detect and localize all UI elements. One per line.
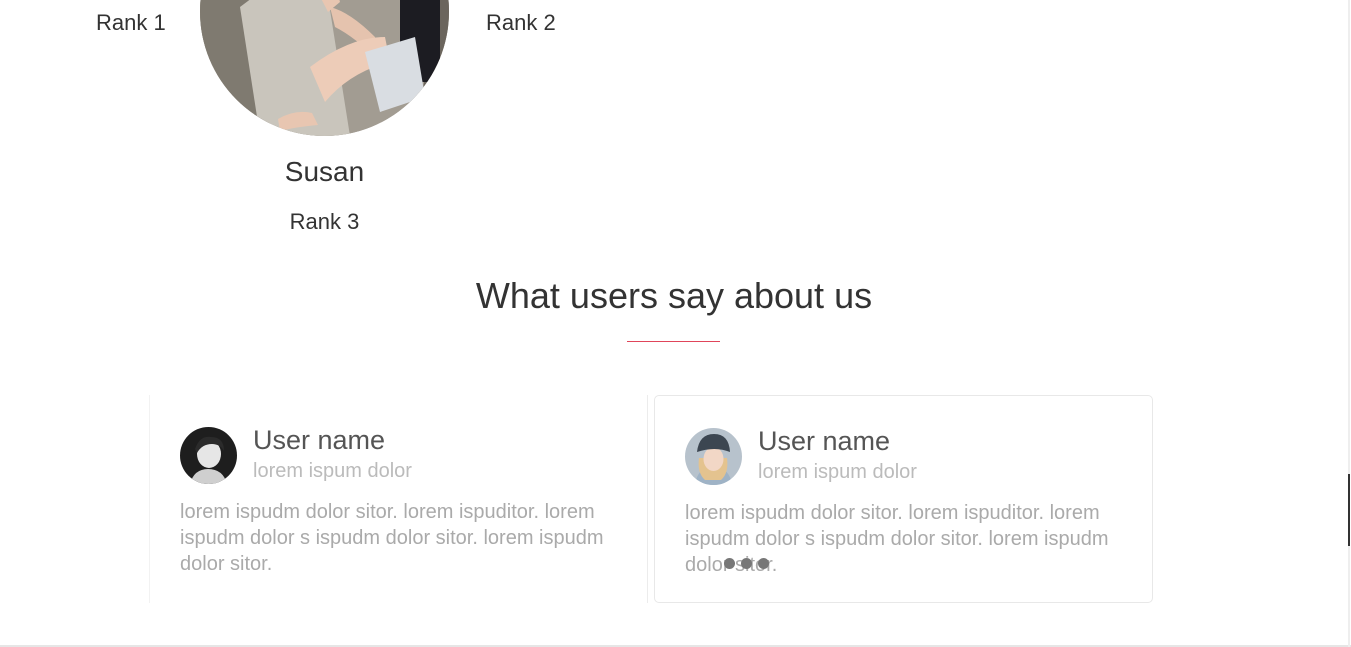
rank-2-label: Rank 2 (486, 10, 556, 35)
rank-1-label: Rank 1 (96, 10, 166, 35)
user-name: User name (253, 425, 386, 455)
featured-member-name: Susan (284, 156, 365, 187)
person-sitting-photo-icon (200, 0, 449, 136)
testimonial-card: User name lorem ispum dolor lorem ispudm… (654, 395, 1153, 603)
carousel-dot-active[interactable] (741, 558, 752, 569)
scrollbar-track[interactable] (1348, 0, 1350, 647)
user-subtitle: lorem ispum dolor (253, 460, 412, 482)
featured-member-rank: Rank 3 (289, 209, 360, 234)
woman-avatar-icon (685, 428, 742, 485)
testimonial-quote: lorem ispudm dolor sitor. lorem ispudito… (180, 501, 604, 575)
scrollbar-thumb[interactable] (1348, 474, 1350, 546)
testimonials-title: What users say about us (475, 275, 873, 316)
man-avatar-icon (180, 427, 237, 484)
user-name: User name (758, 426, 891, 456)
testimonial-card: User name lorem ispum dolor lorem ispudm… (149, 395, 648, 603)
carousel-dots (724, 558, 769, 570)
title-underline (627, 341, 720, 342)
carousel-dot[interactable] (758, 558, 769, 569)
featured-member-photo[interactable] (200, 0, 449, 136)
page: Rank 1 Rank 2 Susan Rank 3 What users sa… (0, 0, 1351, 647)
user-subtitle: lorem ispum dolor (758, 461, 917, 483)
carousel-dot[interactable] (724, 558, 735, 569)
